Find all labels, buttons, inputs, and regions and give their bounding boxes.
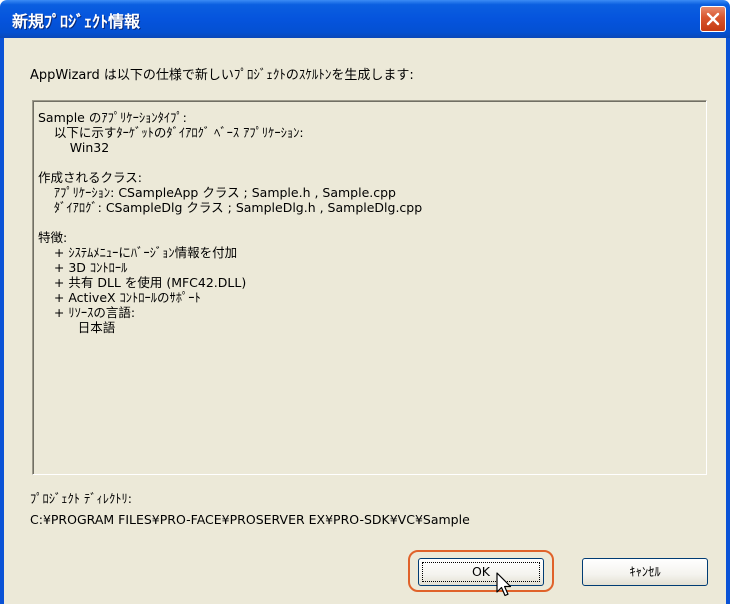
intro-text: AppWizard は以下の仕様で新しいﾌﾟﾛｼﾞｪｸﾄのｽｹﾙﾄﾝを生成します… (30, 68, 414, 83)
cancel-button[interactable]: ｷｬﾝｾﾙ (582, 558, 708, 586)
project-info-text: Sample のｱﾌﾟﾘｹｰｼｮﾝﾀｲﾌﾟ: 以下に示すﾀｰｹﾞｯﾄのﾀﾞｲｱﾛ… (38, 110, 422, 335)
close-icon (706, 12, 720, 26)
project-info-box: Sample のｱﾌﾟﾘｹｰｼｮﾝﾀｲﾌﾟ: 以下に示すﾀｰｹﾞｯﾄのﾀﾞｲｱﾛ… (32, 100, 707, 475)
info-line: Win32 (38, 140, 110, 155)
info-line: + ｼｽﾃﾑﾒﾆｭｰにﾊﾞｰｼﾞｮﾝ情報を付加 (38, 245, 238, 260)
info-line: + 共有 DLL を使用 (MFC42.DLL) (38, 275, 247, 290)
info-line (38, 155, 422, 170)
info-line: ﾀﾞｲｱﾛｸﾞ: CSampleDlg クラス ; SampleDlg.h , … (38, 200, 423, 215)
window-frame-right (726, 38, 730, 604)
focus-rectangle (422, 562, 540, 582)
info-line: ｱﾌﾟﾘｹｰｼｮﾝ: CSampleApp クラス ; Sample.h , S… (38, 185, 396, 200)
close-button[interactable] (700, 6, 726, 32)
dialog-client-area: AppWizard は以下の仕様で新しいﾌﾟﾛｼﾞｪｸﾄのｽｹﾙﾄﾝを生成します… (4, 38, 726, 604)
info-line: + 3D ｺﾝﾄﾛｰﾙ (38, 260, 128, 275)
info-line: 日本語 (38, 320, 116, 335)
info-line: 以下に示すﾀｰｹﾞｯﾄのﾀﾞｲｱﾛｸﾞ ﾍﾞｰｽ ｱﾌﾟﾘｹｰｼｮﾝ: (38, 125, 304, 140)
ok-button[interactable]: OK (418, 558, 544, 586)
project-directory-label: ﾌﾟﾛｼﾞｪｸﾄ ﾃﾞｨﾚｸﾄﾘ: (30, 491, 132, 506)
info-line (38, 215, 422, 230)
info-line: + ﾘｿｰｽの言語: (38, 305, 136, 320)
dialog-title: 新規ﾌﾟﾛｼﾞｪｸﾄ情報 (12, 12, 141, 31)
info-line: + ActiveX ｺﾝﾄﾛｰﾙのｻﾎﾟｰﾄ (38, 290, 201, 305)
info-line: 特徴: (38, 230, 68, 245)
dialog-window: 新規ﾌﾟﾛｼﾞｪｸﾄ情報 AppWizard は以下の仕様で新しいﾌﾟﾛｼﾞｪｸ… (0, 0, 730, 604)
info-line: 作成されるクラス: (38, 170, 142, 185)
cancel-button-label: ｷｬﾝｾﾙ (629, 564, 661, 579)
project-directory-path: C:¥PROGRAM FILES¥PRO-FACE¥PROSERVER EX¥P… (30, 512, 470, 527)
info-line: Sample のｱﾌﾟﾘｹｰｼｮﾝﾀｲﾌﾟ: (38, 110, 187, 125)
title-bar[interactable]: 新規ﾌﾟﾛｼﾞｪｸﾄ情報 (0, 0, 730, 38)
mouse-pointer-icon (496, 572, 512, 597)
